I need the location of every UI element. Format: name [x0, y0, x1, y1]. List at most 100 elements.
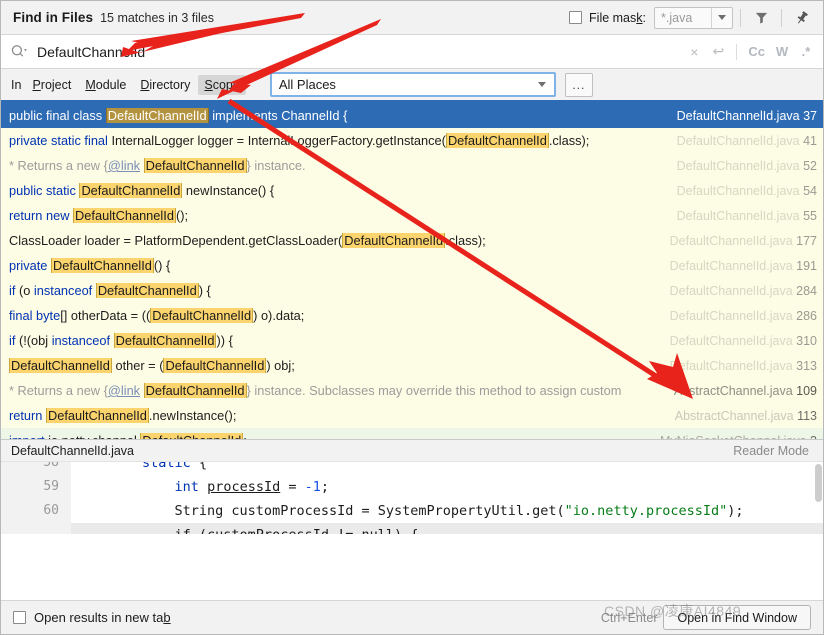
- result-code-snippet: return new DefaultChannelId ();: [9, 208, 189, 223]
- search-input[interactable]: DefaultChannelId: [37, 44, 683, 60]
- result-location: DefaultChannelId.java 52: [677, 159, 817, 173]
- result-file-name: AbstractChannel.java: [673, 383, 797, 398]
- match-highlight: DefaultChannelId: [9, 358, 112, 373]
- editor-gutter: 58 59 60: [1, 462, 71, 534]
- pin-button[interactable]: [789, 5, 815, 31]
- gutter-line-number: 58: [43, 462, 59, 470]
- table-row[interactable]: * Returns a new {@link DefaultChannelId}…: [1, 153, 823, 178]
- match-highlight: DefaultChannelId: [73, 208, 176, 223]
- table-row[interactable]: if (o instanceof DefaultChannelId) {Defa…: [1, 278, 823, 303]
- results-scrollbar[interactable]: [815, 103, 823, 439]
- result-code-snippet: private static final InternalLogger logg…: [9, 133, 590, 148]
- editor-scrollbar[interactable]: [815, 464, 822, 502]
- search-history-icon[interactable]: ↩: [707, 40, 729, 64]
- search-actions-divider: [736, 43, 738, 60]
- scope-directory[interactable]: Directory: [134, 75, 196, 95]
- result-code-snippet: return DefaultChannelId .newInstance();: [9, 408, 237, 423]
- scope-in-label: In: [11, 77, 22, 92]
- match-highlight: DefaultChannelId: [46, 408, 149, 423]
- result-line-number: 313: [796, 358, 817, 373]
- result-code-snippet: private DefaultChannelId() {: [9, 258, 171, 273]
- result-line-number: 284: [796, 283, 817, 298]
- chevron-down-icon: [537, 82, 546, 87]
- scope-module[interactable]: Module: [79, 75, 132, 95]
- file-mask-checkbox[interactable]: [569, 11, 583, 24]
- table-row[interactable]: if (!(obj instanceof DefaultChannelId)) …: [1, 328, 823, 353]
- result-location: DefaultChannelId.java 284: [670, 284, 817, 298]
- places-select[interactable]: All Places: [269, 72, 556, 97]
- search-row-actions: × ↩ Cc W .*: [683, 40, 817, 64]
- result-code-snippet: * Returns a new {@link DefaultChannelId}…: [9, 383, 622, 398]
- search-magnifier-icon[interactable]: [11, 44, 28, 59]
- results-list[interactable]: public final class DefaultChannelId impl…: [1, 103, 823, 439]
- editor-code-line: if (customProcessId != null) {: [71, 523, 823, 534]
- gutter-line-number: 59: [43, 479, 59, 494]
- editor-code-line: static {: [142, 462, 208, 471]
- result-location: AbstractChannel.java 113: [675, 409, 817, 423]
- open-results-new-tab-checkbox[interactable]: [13, 611, 26, 624]
- result-code-snippet: final byte[] otherData = ((DefaultChanne…: [9, 308, 305, 323]
- table-row[interactable]: import io.netty.channel.DefaultChannelId…: [1, 428, 823, 439]
- table-row[interactable]: private DefaultChannelId() {DefaultChann…: [1, 253, 823, 278]
- table-row[interactable]: return new DefaultChannelId (); DefaultCha…: [1, 203, 823, 228]
- table-row[interactable]: final byte[] otherData = ((DefaultChanne…: [1, 303, 823, 328]
- match-highlight: DefaultChannelId: [445, 133, 549, 148]
- result-location: DefaultChannelId.java 286: [670, 309, 817, 323]
- result-location: DefaultChannelId.java 54: [677, 184, 817, 198]
- scope-in-project[interactable]: Project: [26, 75, 77, 95]
- scope-scope[interactable]: Scope: [198, 74, 246, 95]
- result-code-snippet: DefaultChannelId other = (DefaultChannel…: [9, 358, 295, 373]
- open-in-find-window-button[interactable]: Open in Find Window: [663, 605, 811, 630]
- find-in-files-dialog: Find in Files 15 matches in 3 files File…: [0, 0, 824, 635]
- table-row[interactable]: return DefaultChannelId .newInstance(); Ab…: [1, 403, 823, 428]
- search-row: DefaultChannelId × ↩ Cc W .*: [1, 35, 823, 69]
- result-line-number: 191: [796, 258, 817, 273]
- result-file-name: DefaultChannelId.java: [676, 183, 804, 198]
- whole-words-toggle[interactable]: W: [771, 40, 793, 64]
- match-highlight: DefaultChannelId: [150, 308, 254, 323]
- match-highlight: DefaultChannelId: [342, 233, 446, 248]
- pin-icon: [797, 10, 808, 24]
- table-row[interactable]: public final class DefaultChannelId impl…: [1, 103, 823, 128]
- editor-code-area[interactable]: static { int processId = -1; String cust…: [71, 462, 823, 534]
- places-selected-value: All Places: [278, 77, 336, 92]
- places-dropdown-arrow[interactable]: [530, 82, 554, 87]
- file-mask-combo[interactable]: *.java: [654, 6, 733, 29]
- table-row[interactable]: public static DefaultChannelId newInstan…: [1, 178, 823, 203]
- result-file-name: AbstractChannel.java: [674, 408, 798, 423]
- result-line-number: 286: [796, 308, 817, 323]
- page-title: Find in Files: [13, 10, 94, 25]
- result-code-snippet: public static DefaultChannelId newInstan…: [9, 183, 275, 198]
- toolbar-divider: [740, 8, 741, 27]
- result-file-name: DefaultChannelId.java: [676, 208, 804, 223]
- file-mask-label: File mask:: [589, 10, 646, 25]
- footer-actions: Ctrl+Enter Open in Find Window: [601, 605, 811, 630]
- match-highlight: DefaultChannelId: [143, 383, 247, 398]
- preview-editor[interactable]: 58 59 60 static { int processId = -1; Stri…: [1, 462, 823, 534]
- match-case-toggle[interactable]: Cc: [744, 40, 769, 64]
- clear-search-icon[interactable]: ×: [683, 40, 705, 64]
- result-line-number: 177: [796, 233, 817, 248]
- result-file-name: DefaultChannelId.java: [669, 308, 797, 323]
- table-row[interactable]: * Returns a new {@link DefaultChannelId}…: [1, 378, 823, 403]
- preview-header: DefaultChannelId.java Reader Mode: [1, 440, 823, 462]
- result-line-number: 109: [796, 383, 817, 398]
- regex-toggle[interactable]: .*: [795, 40, 817, 64]
- result-location: DefaultChannelId.java 37: [677, 109, 817, 123]
- reader-mode-label[interactable]: Reader Mode: [733, 444, 809, 458]
- match-highlight: DefaultChannelId: [143, 158, 247, 173]
- open-shortcut-hint: Ctrl+Enter: [600, 610, 658, 625]
- result-file-name: DefaultChannelId.java: [669, 233, 797, 248]
- filter-button[interactable]: [748, 5, 774, 31]
- table-row[interactable]: private static final InternalLogger logg…: [1, 128, 823, 153]
- table-row[interactable]: DefaultChannelId other = (DefaultChannel…: [1, 353, 823, 378]
- match-highlight: DefaultChannelId: [95, 283, 199, 298]
- result-location: AbstractChannel.java 109: [674, 384, 817, 398]
- gutter-line-number: [1, 523, 71, 534]
- scope-row: In Project Module Directory Scope All Pl…: [1, 69, 823, 103]
- more-options-button[interactable]: ...: [564, 72, 593, 97]
- file-mask-dropdown-arrow[interactable]: [711, 7, 732, 28]
- table-row[interactable]: ClassLoader loader = PlatformDependent.g…: [1, 228, 823, 253]
- result-location: DefaultChannelId.java 41: [677, 134, 817, 148]
- result-code-snippet: ClassLoader loader = PlatformDependent.g…: [9, 233, 486, 248]
